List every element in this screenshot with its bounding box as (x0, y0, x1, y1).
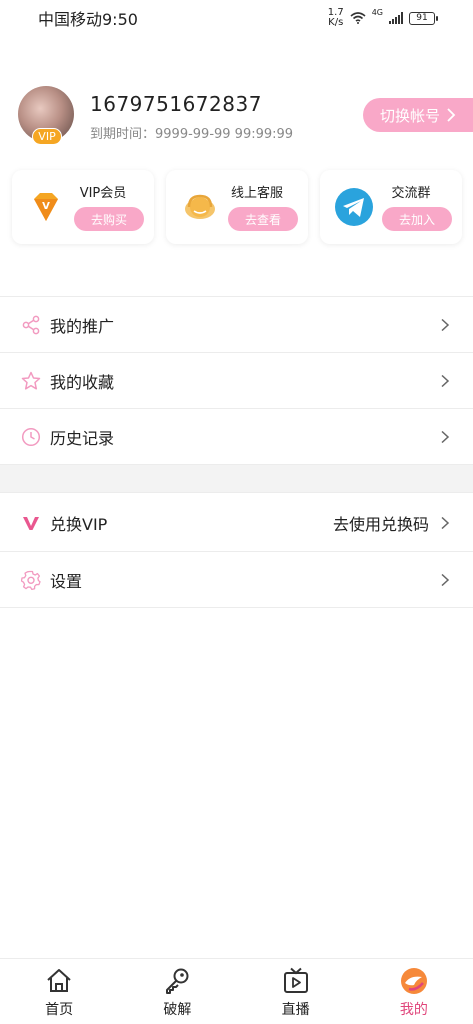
chevron-right-icon (447, 108, 456, 122)
wifi-icon (350, 12, 366, 24)
card-vip-title: VIP会员 (79, 186, 127, 201)
chevron-right-icon (441, 374, 450, 387)
menu-label: 兑换VIP (50, 514, 108, 534)
signal-icon (389, 12, 403, 24)
svg-text:V: V (42, 201, 50, 212)
chevron-right-icon (441, 516, 450, 529)
bottom-tab-bar: 首页 破解 直播 我的 (0, 958, 473, 1024)
tab-mine[interactable]: 我的 (355, 959, 473, 1024)
card-service-button[interactable]: 去查看 (228, 207, 298, 231)
card-group-title: 交流群 (391, 186, 431, 201)
diamond-v-icon: V (34, 193, 58, 221)
card-vip-button[interactable]: 去购买 (74, 207, 144, 231)
gear-icon (20, 569, 42, 591)
telegram-icon (335, 188, 373, 226)
vip-v-icon (20, 512, 42, 534)
network-type: 4G (371, 8, 383, 17)
menu-label: 我的推广 (50, 316, 115, 336)
net-speed: 1.7 K/s (327, 7, 344, 28)
card-group-button[interactable]: 去加入 (382, 207, 452, 231)
chevron-right-icon (441, 318, 450, 331)
chevron-right-icon (441, 430, 450, 443)
share-icon (20, 314, 42, 336)
battery-level: 91 (416, 13, 428, 23)
carrier-time: 中国移动9:50 (38, 10, 138, 29)
switch-account-label: 切换帐号 (379, 106, 440, 125)
menu-label: 设置 (50, 571, 83, 591)
card-service[interactable]: 线上客服 去查看 (166, 170, 308, 244)
user-id: 1679751672837 (90, 92, 262, 116)
vip-badge: VIP (32, 128, 62, 145)
card-vip[interactable]: V VIP会员 去购买 (12, 170, 154, 244)
tab-home[interactable]: 首页 (0, 959, 118, 1024)
menu-item-redeem-vip[interactable]: 兑换VIP 去使用兑换码 (0, 494, 473, 552)
menu-item-promotion[interactable]: 我的推广 (0, 297, 473, 353)
profile-header: VIP 1679751672837 到期时间：9999-99-99 99:99:… (18, 82, 473, 152)
star-icon (20, 370, 42, 392)
tab-label: 破解 (163, 1002, 192, 1018)
expire-time: 到期时间：9999-99-99 99:99:99 (90, 127, 294, 142)
switch-account-button[interactable]: 切换帐号 (363, 98, 473, 132)
tab-label: 首页 (45, 1002, 74, 1018)
chevron-right-icon (441, 573, 450, 586)
headset-icon (185, 194, 215, 219)
menu-item-settings[interactable]: 设置 (0, 552, 473, 608)
menu-item-history[interactable]: 历史记录 (0, 409, 473, 465)
status-icons: 1.7 K/s 4G 91 (327, 7, 438, 28)
section-separator (0, 465, 473, 493)
profile-logo-icon (400, 968, 427, 994)
card-group[interactable]: 交流群 去加入 (320, 170, 462, 244)
status-bar: 中国移动9:50 1.7 K/s 4G 91 (0, 0, 473, 36)
tab-label: 直播 (281, 1002, 310, 1018)
tv-icon (283, 967, 308, 993)
card-service-title: 线上客服 (230, 186, 283, 201)
menu-item-favorites[interactable]: 我的收藏 (0, 353, 473, 409)
tab-live[interactable]: 直播 (237, 959, 355, 1024)
redeem-code-link[interactable]: 去使用兑换码 (333, 511, 429, 535)
key-icon (166, 968, 189, 994)
tab-label: 我的 (399, 1002, 428, 1018)
tab-crack[interactable]: 破解 (118, 959, 236, 1024)
quick-cards: V VIP会员 去购买 线上客服 去查看 交流群 去加入 (12, 170, 462, 244)
battery-icon: 91 (409, 11, 438, 25)
clock-icon (20, 426, 42, 448)
menu-label: 我的收藏 (50, 372, 115, 392)
menu-label: 历史记录 (50, 428, 115, 448)
home-icon (47, 969, 71, 992)
